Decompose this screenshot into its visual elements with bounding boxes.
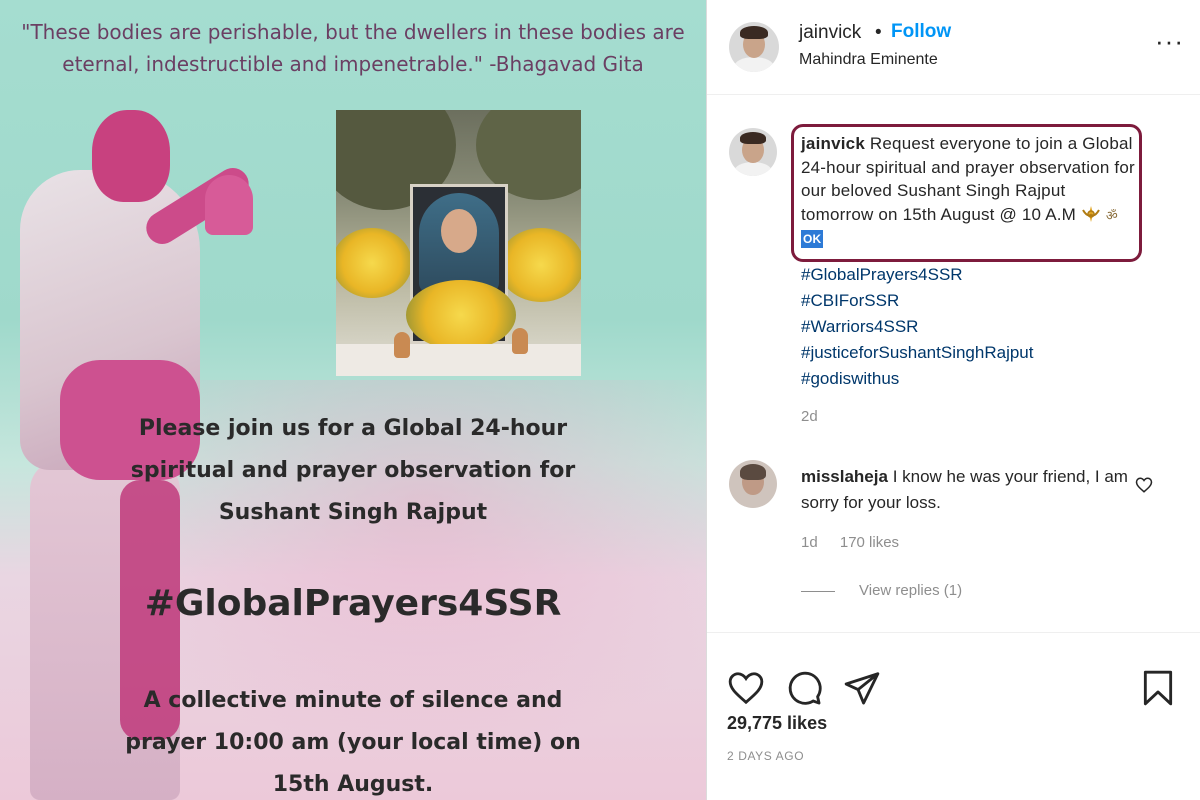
- gita-quote: "These bodies are perishable, but the dw…: [0, 16, 706, 80]
- post-age[interactable]: 2 DAYS AGO: [727, 749, 804, 763]
- portrait-image: [419, 193, 499, 293]
- post-header: jainvick • Follow Mahindra Eminente ···: [707, 0, 1200, 95]
- author-username[interactable]: jainvick: [799, 22, 861, 44]
- hashtag-link[interactable]: #Warriors4SSR: [801, 314, 1033, 340]
- comment-text: misslaheja I know he was your friend, I …: [801, 464, 1131, 516]
- comments-section[interactable]: jainvick Request everyone to join a Glob…: [707, 96, 1200, 632]
- avatar-hair: [739, 463, 767, 481]
- avatar-shirt: [734, 57, 774, 72]
- post-image[interactable]: "These bodies are perishable, but the dw…: [0, 0, 706, 800]
- like-count[interactable]: 29,775 likes: [727, 713, 827, 734]
- silence-message: A collective minute of silence and praye…: [0, 680, 706, 800]
- yellow-flowers: [498, 228, 581, 302]
- quote-line: eternal, indestructible and impenetrable…: [62, 52, 644, 76]
- separator-dot: •: [875, 22, 882, 43]
- minute-line: prayer 10:00 am (your local time) on: [125, 730, 581, 755]
- comment-icon[interactable]: [785, 669, 823, 707]
- avatar-shirt: [733, 161, 773, 176]
- hashtag-link[interactable]: #godiswithus: [801, 366, 1033, 392]
- follow-button[interactable]: Follow: [891, 21, 951, 43]
- minute-line: 15th August.: [272, 772, 434, 797]
- join-message: Please join us for a Global 24-hour spir…: [0, 408, 706, 534]
- yellow-flowers: [406, 280, 516, 350]
- quote-line: "These bodies are perishable, but the dw…: [21, 20, 685, 44]
- join-line: Sushant Singh Rajput: [218, 500, 488, 525]
- avatar-hair: [740, 26, 768, 39]
- candle-vase: [512, 328, 528, 354]
- comment-meta: 1d 170 likes: [801, 534, 917, 551]
- more-options-icon[interactable]: ···: [1155, 28, 1184, 54]
- post-actions: 29,775 likes 2 DAYS AGO: [707, 632, 1200, 800]
- comment-timestamp: 1d: [801, 534, 818, 551]
- memorial-photo: [336, 110, 581, 376]
- portrait-face: [441, 209, 477, 253]
- memorial-table: [336, 344, 581, 376]
- post-details-panel: jainvick • Follow Mahindra Eminente ··· …: [707, 0, 1200, 800]
- join-line: Please join us for a Global 24-hour: [138, 416, 568, 441]
- commenter-username[interactable]: misslaheja: [801, 467, 888, 486]
- minute-line: A collective minute of silence and: [143, 688, 563, 713]
- caption-timestamp[interactable]: 2d: [801, 408, 818, 425]
- candle-vase: [394, 332, 410, 358]
- share-icon[interactable]: [843, 669, 881, 707]
- replies-line: [801, 590, 835, 592]
- bookmark-icon[interactable]: [1139, 669, 1177, 707]
- commenter-avatar[interactable]: [729, 460, 777, 508]
- hashtag-link[interactable]: #justiceforSushantSinghRajput: [801, 340, 1033, 366]
- hashtag-link[interactable]: #CBIForSSR: [801, 288, 1033, 314]
- hashtag-link[interactable]: #GlobalPrayers4SSR: [801, 262, 1033, 288]
- yellow-flowers: [336, 228, 412, 298]
- avatar-hair: [739, 131, 767, 145]
- image-hashtag: #GlobalPrayers4SSR: [144, 583, 562, 624]
- post-location[interactable]: Mahindra Eminente: [799, 51, 938, 69]
- view-replies-label: View replies (1): [859, 582, 963, 599]
- hashtag-list: #GlobalPrayers4SSR #CBIForSSR #Warriors4…: [801, 262, 1033, 392]
- comment-likes[interactable]: 170 likes: [840, 534, 899, 551]
- view-replies-button[interactable]: View replies (1): [801, 582, 962, 599]
- author-avatar[interactable]: [729, 22, 779, 72]
- join-line: spiritual and prayer observation for: [130, 458, 576, 483]
- figure-folded-hands: [205, 175, 253, 235]
- comment-like-icon[interactable]: [1135, 476, 1153, 494]
- figure-head: [92, 110, 170, 202]
- heart-icon[interactable]: [727, 669, 765, 707]
- caption-avatar[interactable]: [729, 128, 777, 176]
- caption-highlight-box: [791, 124, 1142, 262]
